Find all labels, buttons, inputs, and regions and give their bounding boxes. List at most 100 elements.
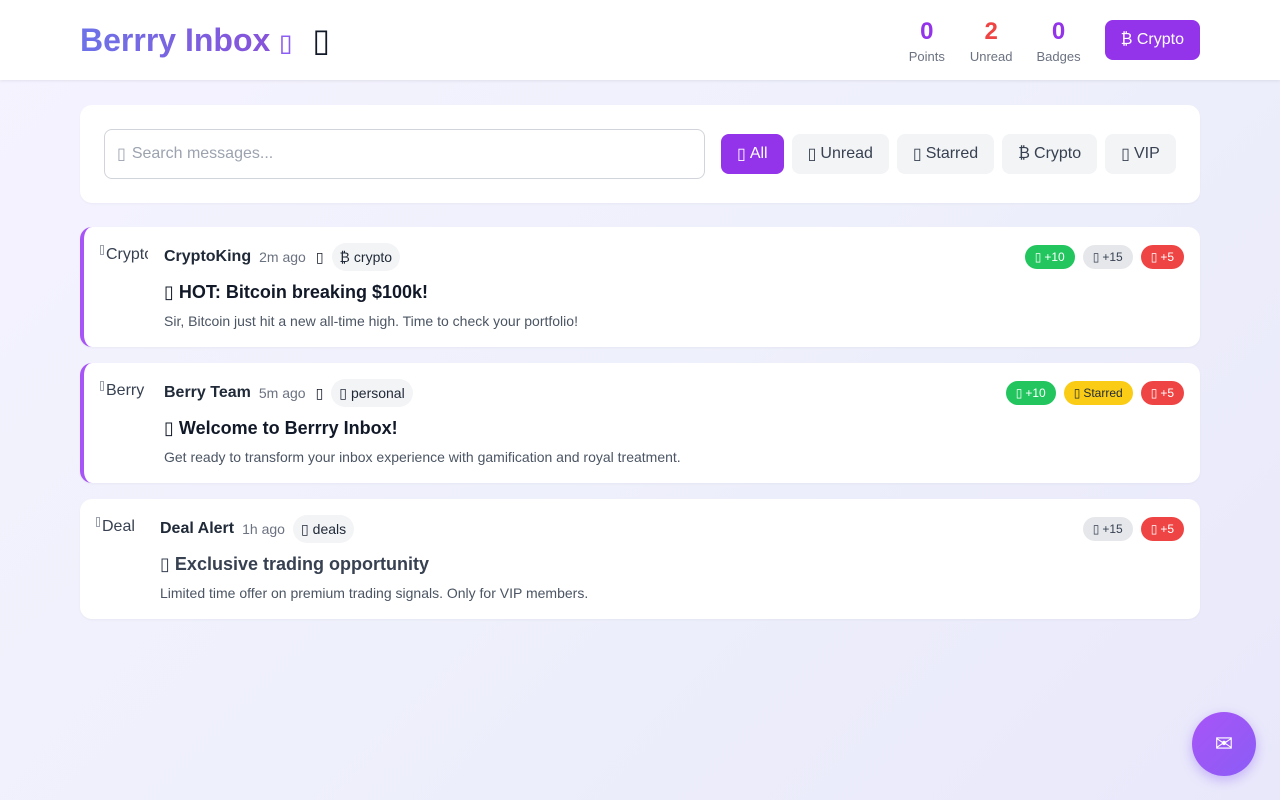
read-reward-label: +10 [1044, 250, 1065, 264]
category-tag-label: personal [351, 385, 405, 401]
category-tag: ▯ personal [331, 379, 413, 407]
filter-crypto-label: Crypto [1034, 145, 1082, 162]
check-icon: ▯ [1034, 250, 1042, 264]
message-preview: Sir, Bitcoin just hit a new all-time hig… [164, 313, 578, 329]
sender-name: Berry Team [164, 384, 251, 401]
trash-icon: ▯ [1150, 522, 1158, 536]
filter-starred[interactable]: ▯ Starred [896, 134, 995, 174]
broken-image-icon [96, 517, 100, 527]
read-reward-label: +10 [1025, 386, 1046, 400]
avatar-alt-text: Deal [102, 518, 135, 535]
sender-name: Deal Alert [160, 520, 235, 537]
broken-image-icon [100, 245, 104, 255]
bitcoin-icon: ₿ [1018, 145, 1031, 162]
star-icon: ▯ [1092, 522, 1100, 536]
message-subject: ▯ Exclusive trading opportunity [160, 554, 429, 575]
app-title-text: Berrry Inbox [80, 21, 271, 58]
reward-badges: ▯ +10 ▯ +15 ▯ +5 [1024, 245, 1184, 269]
filter-unread-label: Unread [820, 145, 873, 162]
all-icon: ▯ [737, 146, 746, 163]
berry-icon: ▯ [279, 29, 293, 57]
message-card[interactable]: CryptoKing CryptoKing 2m ago ▯ ₿ crypto … [80, 227, 1200, 347]
envelope-icon: ✉ [1214, 731, 1234, 757]
unread-label: Unread [969, 48, 1013, 64]
brand: Berrry Inbox ▯ ▯ [80, 21, 330, 59]
filter-unread[interactable]: ▯ Unread [791, 134, 889, 174]
delete-reward-label: +5 [1160, 386, 1174, 400]
badges-label: Badges [1036, 48, 1081, 64]
reward-badges: ▯ +15 ▯ +5 [1082, 517, 1184, 541]
category-tag-label: crypto [353, 249, 393, 265]
person-icon: ▯ [339, 384, 347, 401]
starred-badge[interactable]: ▯ Starred [1063, 381, 1133, 405]
message-header: CryptoKing 2m ago ▯ ₿ crypto [164, 243, 401, 271]
avatar-alt-text: Berry [106, 382, 145, 399]
avatar: CryptoKing [100, 245, 148, 293]
filter-vip-label: VIP [1133, 145, 1160, 162]
stat-points: 0 Points [908, 17, 946, 64]
compose-button[interactable]: ✉ [1192, 712, 1256, 776]
message-subject: ▯ HOT: Bitcoin breaking $100k! [164, 282, 428, 303]
star-icon: ▯ [912, 146, 922, 163]
category-tag-label: deals [312, 521, 347, 537]
delete-reward-badge[interactable]: ▯ +5 [1140, 245, 1184, 269]
stat-badges: 0 Badges [1036, 17, 1080, 64]
read-reward-badge[interactable]: ▯ +10 [1024, 245, 1075, 269]
delete-reward-label: +5 [1160, 250, 1174, 264]
delete-reward-label: +5 [1160, 522, 1174, 536]
search-filter-bar: ▯ Search messages... ▯ All ▯ Unread ▯ St… [80, 105, 1200, 203]
message-card[interactable]: Deal Deal Alert 1h ago ▯ deals ▯ Exclusi… [80, 499, 1200, 619]
crown-icon: ▯ [315, 384, 324, 401]
message-header: Berry Team 5m ago ▯ ▯ personal [164, 379, 413, 407]
timestamp: 5m ago [258, 385, 306, 401]
app-title[interactable]: Berrry Inbox ▯ [80, 22, 292, 59]
tag-icon: ▯ [300, 520, 309, 537]
star-icon: ▯ [1092, 250, 1100, 264]
timestamp: 1h ago [242, 521, 285, 537]
crypto-button[interactable]: ₿ Crypto [1104, 20, 1200, 60]
message-subject: ▯ Welcome to Berrry Inbox! [164, 418, 398, 439]
timestamp: 2m ago [259, 249, 306, 265]
delete-reward-badge[interactable]: ▯ +5 [1140, 517, 1184, 541]
search-input[interactable]: ▯ Search messages... [104, 129, 705, 179]
avatar: Berry [100, 381, 148, 429]
fire-icon: ▯ [315, 248, 324, 265]
broken-image-icon [100, 381, 104, 391]
subject-text: HOT: Bitcoin breaking $100k! [178, 282, 428, 302]
filter-starred-label: Starred [925, 145, 979, 162]
search-icon: ▯ [117, 146, 126, 163]
subject-icon: ▯ [164, 282, 174, 302]
category-tag: ₿ crypto [331, 243, 401, 271]
message-preview: Get ready to transform your inbox experi… [164, 449, 681, 465]
star-reward-badge[interactable]: ▯ +15 [1082, 517, 1133, 541]
subject-icon: ▯ [164, 418, 174, 438]
read-reward-badge[interactable]: ▯ +10 [1005, 381, 1056, 405]
points-value: 0 [920, 17, 934, 45]
reward-badges: ▯ +10 ▯ Starred ▯ +5 [1005, 381, 1184, 405]
message-card[interactable]: Berry Berry Team 5m ago ▯ ▯ personal ▯ W… [80, 363, 1200, 483]
stat-unread: 2 Unread [970, 17, 1013, 64]
check-icon: ▯ [1015, 386, 1023, 400]
filter-vip[interactable]: ▯ VIP [1105, 134, 1176, 174]
crown-icon: ▯ [312, 22, 330, 58]
filter-all[interactable]: ▯ All [721, 134, 784, 174]
filter-tabs: ▯ All ▯ Unread ▯ Starred ₿ Crypto ▯ VIP [721, 134, 1176, 174]
trash-icon: ▯ [1150, 386, 1158, 400]
trash-icon: ▯ [1150, 250, 1158, 264]
filter-crypto[interactable]: ₿ Crypto [1002, 134, 1098, 174]
avatar-alt-text: CryptoKing [106, 246, 148, 263]
subject-text: Exclusive trading opportunity [174, 554, 429, 574]
vip-icon: ▯ [1121, 146, 1130, 163]
search-placeholder: Search messages... [131, 145, 274, 162]
unread-icon: ▯ [807, 146, 817, 163]
delete-reward-badge[interactable]: ▯ +5 [1140, 381, 1184, 405]
unread-value: 2 [984, 17, 998, 45]
sender-name: CryptoKing [164, 248, 252, 265]
subject-icon: ▯ [160, 554, 170, 574]
star-reward-label: +15 [1102, 522, 1123, 536]
filter-all-label: All [749, 145, 768, 162]
star-reward-badge[interactable]: ▯ +15 [1082, 245, 1133, 269]
message-preview: Limited time offer on premium trading si… [160, 585, 589, 601]
bitcoin-icon: ₿ [339, 249, 350, 265]
points-label: Points [908, 48, 945, 64]
